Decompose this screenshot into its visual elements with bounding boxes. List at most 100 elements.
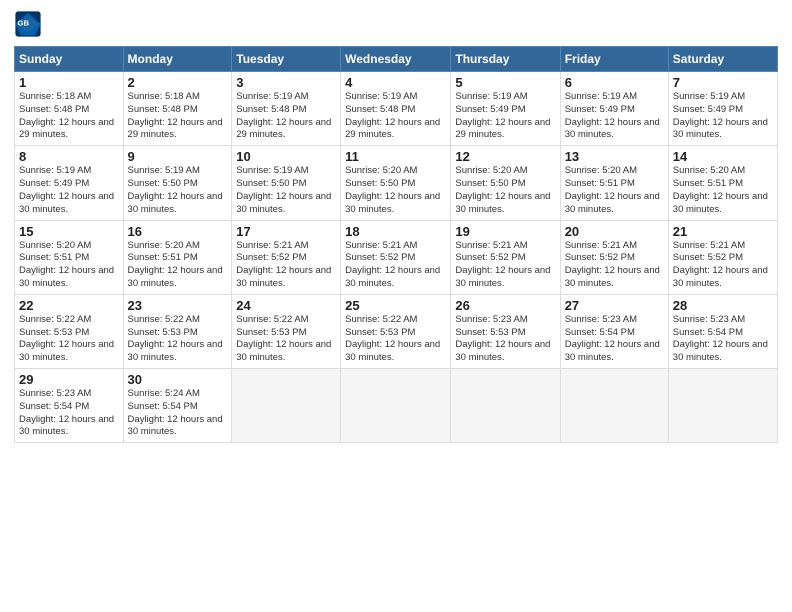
day-number: 22 — [19, 298, 119, 313]
day-number: 25 — [345, 298, 446, 313]
calendar-cell: 30 Sunrise: 5:24 AMSunset: 5:54 PMDaylig… — [123, 369, 232, 443]
calendar-cell: 11 Sunrise: 5:20 AMSunset: 5:50 PMDaylig… — [341, 146, 451, 220]
calendar-week-2: 15 Sunrise: 5:20 AMSunset: 5:51 PMDaylig… — [15, 220, 778, 294]
col-header-monday: Monday — [123, 47, 232, 72]
day-number: 29 — [19, 372, 119, 387]
calendar-cell: 1 Sunrise: 5:18 AMSunset: 5:48 PMDayligh… — [15, 72, 124, 146]
calendar-cell — [560, 369, 668, 443]
calendar-cell: 28 Sunrise: 5:23 AMSunset: 5:54 PMDaylig… — [668, 294, 777, 368]
col-header-friday: Friday — [560, 47, 668, 72]
day-info: Sunrise: 5:22 AMSunset: 5:53 PMDaylight:… — [345, 314, 440, 363]
day-info: Sunrise: 5:18 AMSunset: 5:48 PMDaylight:… — [19, 91, 114, 140]
day-number: 7 — [673, 75, 773, 90]
col-header-tuesday: Tuesday — [232, 47, 341, 72]
calendar-cell: 8 Sunrise: 5:19 AMSunset: 5:49 PMDayligh… — [15, 146, 124, 220]
calendar-cell: 21 Sunrise: 5:21 AMSunset: 5:52 PMDaylig… — [668, 220, 777, 294]
day-info: Sunrise: 5:18 AMSunset: 5:48 PMDaylight:… — [128, 91, 223, 140]
day-number: 13 — [565, 149, 664, 164]
logo-icon: GB — [14, 10, 42, 38]
day-info: Sunrise: 5:23 AMSunset: 5:54 PMDaylight:… — [19, 388, 114, 437]
day-info: Sunrise: 5:19 AMSunset: 5:49 PMDaylight:… — [673, 91, 768, 140]
day-info: Sunrise: 5:23 AMSunset: 5:54 PMDaylight:… — [565, 314, 660, 363]
svg-text:GB: GB — [18, 18, 30, 27]
calendar-cell — [232, 369, 341, 443]
day-info: Sunrise: 5:22 AMSunset: 5:53 PMDaylight:… — [236, 314, 331, 363]
day-info: Sunrise: 5:19 AMSunset: 5:50 PMDaylight:… — [236, 165, 331, 214]
day-info: Sunrise: 5:23 AMSunset: 5:53 PMDaylight:… — [455, 314, 550, 363]
day-number: 1 — [19, 75, 119, 90]
day-number: 23 — [128, 298, 228, 313]
day-number: 21 — [673, 224, 773, 239]
calendar-cell: 20 Sunrise: 5:21 AMSunset: 5:52 PMDaylig… — [560, 220, 668, 294]
calendar-week-1: 8 Sunrise: 5:19 AMSunset: 5:49 PMDayligh… — [15, 146, 778, 220]
calendar-cell: 12 Sunrise: 5:20 AMSunset: 5:50 PMDaylig… — [451, 146, 560, 220]
day-info: Sunrise: 5:21 AMSunset: 5:52 PMDaylight:… — [455, 240, 550, 289]
calendar-cell: 14 Sunrise: 5:20 AMSunset: 5:51 PMDaylig… — [668, 146, 777, 220]
calendar-cell: 2 Sunrise: 5:18 AMSunset: 5:48 PMDayligh… — [123, 72, 232, 146]
day-number: 15 — [19, 224, 119, 239]
calendar-cell — [668, 369, 777, 443]
col-header-sunday: Sunday — [15, 47, 124, 72]
day-number: 24 — [236, 298, 336, 313]
calendar-header-row: SundayMondayTuesdayWednesdayThursdayFrid… — [15, 47, 778, 72]
day-number: 2 — [128, 75, 228, 90]
day-number: 5 — [455, 75, 555, 90]
day-info: Sunrise: 5:21 AMSunset: 5:52 PMDaylight:… — [565, 240, 660, 289]
day-info: Sunrise: 5:20 AMSunset: 5:51 PMDaylight:… — [565, 165, 660, 214]
calendar-cell: 10 Sunrise: 5:19 AMSunset: 5:50 PMDaylig… — [232, 146, 341, 220]
day-number: 17 — [236, 224, 336, 239]
col-header-thursday: Thursday — [451, 47, 560, 72]
day-number: 18 — [345, 224, 446, 239]
day-number: 27 — [565, 298, 664, 313]
calendar-cell: 19 Sunrise: 5:21 AMSunset: 5:52 PMDaylig… — [451, 220, 560, 294]
col-header-saturday: Saturday — [668, 47, 777, 72]
day-info: Sunrise: 5:20 AMSunset: 5:50 PMDaylight:… — [345, 165, 440, 214]
day-number: 12 — [455, 149, 555, 164]
day-number: 10 — [236, 149, 336, 164]
day-number: 14 — [673, 149, 773, 164]
calendar-cell: 25 Sunrise: 5:22 AMSunset: 5:53 PMDaylig… — [341, 294, 451, 368]
day-number: 9 — [128, 149, 228, 164]
header: GB — [14, 10, 778, 38]
calendar-cell: 6 Sunrise: 5:19 AMSunset: 5:49 PMDayligh… — [560, 72, 668, 146]
day-number: 11 — [345, 149, 446, 164]
calendar-cell: 3 Sunrise: 5:19 AMSunset: 5:48 PMDayligh… — [232, 72, 341, 146]
calendar-cell: 29 Sunrise: 5:23 AMSunset: 5:54 PMDaylig… — [15, 369, 124, 443]
calendar-cell: 16 Sunrise: 5:20 AMSunset: 5:51 PMDaylig… — [123, 220, 232, 294]
day-info: Sunrise: 5:21 AMSunset: 5:52 PMDaylight:… — [345, 240, 440, 289]
day-info: Sunrise: 5:22 AMSunset: 5:53 PMDaylight:… — [19, 314, 114, 363]
day-number: 30 — [128, 372, 228, 387]
calendar-cell: 24 Sunrise: 5:22 AMSunset: 5:53 PMDaylig… — [232, 294, 341, 368]
day-number: 26 — [455, 298, 555, 313]
day-number: 6 — [565, 75, 664, 90]
day-number: 28 — [673, 298, 773, 313]
day-number: 3 — [236, 75, 336, 90]
day-info: Sunrise: 5:22 AMSunset: 5:53 PMDaylight:… — [128, 314, 223, 363]
day-number: 19 — [455, 224, 555, 239]
day-info: Sunrise: 5:20 AMSunset: 5:50 PMDaylight:… — [455, 165, 550, 214]
calendar-cell: 15 Sunrise: 5:20 AMSunset: 5:51 PMDaylig… — [15, 220, 124, 294]
calendar-cell: 13 Sunrise: 5:20 AMSunset: 5:51 PMDaylig… — [560, 146, 668, 220]
calendar-cell: 27 Sunrise: 5:23 AMSunset: 5:54 PMDaylig… — [560, 294, 668, 368]
day-number: 20 — [565, 224, 664, 239]
calendar-cell: 4 Sunrise: 5:19 AMSunset: 5:48 PMDayligh… — [341, 72, 451, 146]
calendar-week-3: 22 Sunrise: 5:22 AMSunset: 5:53 PMDaylig… — [15, 294, 778, 368]
day-info: Sunrise: 5:20 AMSunset: 5:51 PMDaylight:… — [673, 165, 768, 214]
calendar-week-4: 29 Sunrise: 5:23 AMSunset: 5:54 PMDaylig… — [15, 369, 778, 443]
day-info: Sunrise: 5:24 AMSunset: 5:54 PMDaylight:… — [128, 388, 223, 437]
day-info: Sunrise: 5:19 AMSunset: 5:49 PMDaylight:… — [565, 91, 660, 140]
day-number: 8 — [19, 149, 119, 164]
day-info: Sunrise: 5:20 AMSunset: 5:51 PMDaylight:… — [128, 240, 223, 289]
calendar-cell: 5 Sunrise: 5:19 AMSunset: 5:49 PMDayligh… — [451, 72, 560, 146]
calendar-cell — [341, 369, 451, 443]
day-info: Sunrise: 5:21 AMSunset: 5:52 PMDaylight:… — [236, 240, 331, 289]
calendar-cell: 22 Sunrise: 5:22 AMSunset: 5:53 PMDaylig… — [15, 294, 124, 368]
day-info: Sunrise: 5:19 AMSunset: 5:48 PMDaylight:… — [345, 91, 440, 140]
calendar-cell — [451, 369, 560, 443]
calendar-cell: 26 Sunrise: 5:23 AMSunset: 5:53 PMDaylig… — [451, 294, 560, 368]
day-info: Sunrise: 5:19 AMSunset: 5:49 PMDaylight:… — [455, 91, 550, 140]
calendar-week-0: 1 Sunrise: 5:18 AMSunset: 5:48 PMDayligh… — [15, 72, 778, 146]
day-info: Sunrise: 5:19 AMSunset: 5:48 PMDaylight:… — [236, 91, 331, 140]
day-info: Sunrise: 5:19 AMSunset: 5:50 PMDaylight:… — [128, 165, 223, 214]
calendar-cell: 23 Sunrise: 5:22 AMSunset: 5:53 PMDaylig… — [123, 294, 232, 368]
